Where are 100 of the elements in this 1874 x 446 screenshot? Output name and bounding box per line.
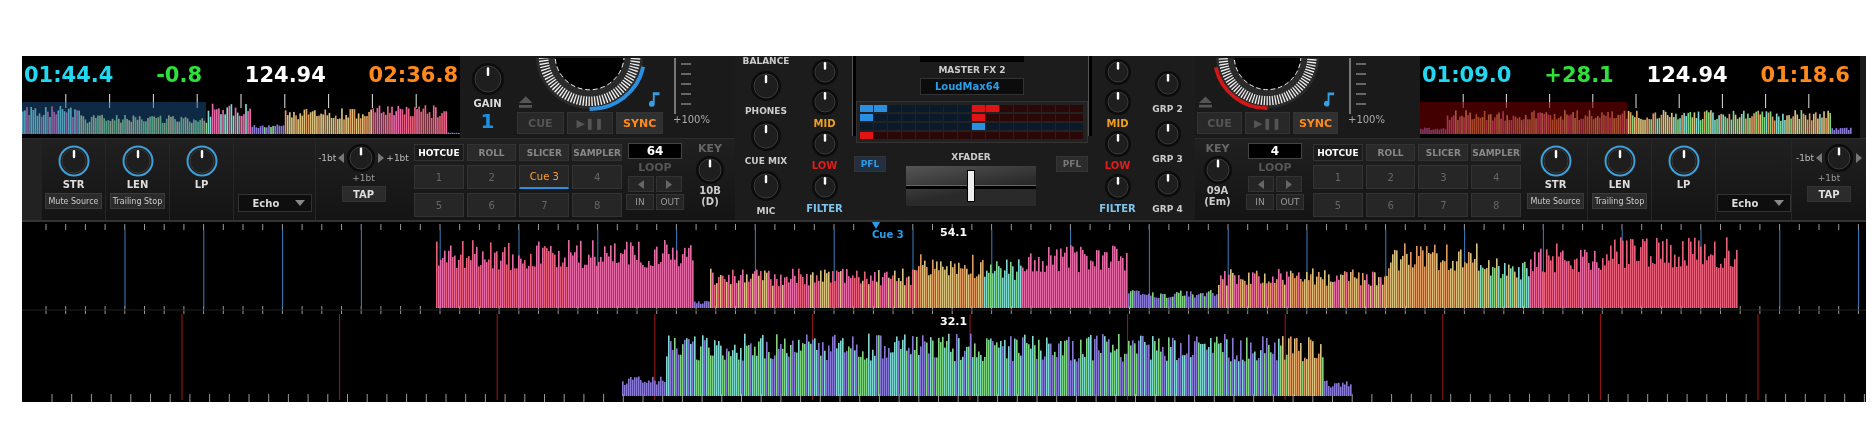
beat-plus-label: +1bt <box>386 153 409 163</box>
effect-dropdown[interactable]: Echo <box>237 194 312 212</box>
pad-button[interactable]: 5 <box>1313 193 1363 217</box>
pfl-button[interactable]: PFL <box>1056 156 1088 172</box>
effect-name: LoudMax64 <box>935 81 1000 92</box>
knob[interactable] <box>1667 145 1700 177</box>
pitch-range: +100% <box>1348 114 1385 125</box>
music-note-icon[interactable] <box>1323 90 1336 108</box>
pad-mode-tab[interactable]: HOTCUE <box>414 144 464 161</box>
tap-button[interactable]: TAP <box>341 186 386 202</box>
knob[interactable] <box>1153 70 1182 98</box>
fx-option-button[interactable]: Mute Source <box>1527 193 1584 209</box>
pad-button[interactable]: 6 <box>1365 193 1416 217</box>
overview-waveform[interactable] <box>22 94 460 134</box>
fx-option-button[interactable]: Mute Source <box>45 193 102 209</box>
fx-option-button[interactable]: Trailing Stop <box>109 193 166 209</box>
pad-button[interactable]: 7 <box>519 193 570 217</box>
knob[interactable] <box>121 145 154 177</box>
channel-fader-track[interactable] <box>1088 56 1092 136</box>
knob-label: LEN <box>126 179 149 190</box>
pad-button[interactable]: 3 <box>1418 165 1469 189</box>
pad-mode-tab[interactable]: SLICER <box>519 144 570 161</box>
pad-button[interactable]: 4 <box>572 165 622 189</box>
sync-button[interactable]: SYNC <box>616 112 663 134</box>
key-label: KEY <box>1205 142 1230 155</box>
pad-button[interactable]: 2 <box>1365 165 1416 189</box>
master-fx-label: MASTER FX 2 <box>938 65 1006 75</box>
knob[interactable] <box>1103 173 1132 202</box>
pad-button[interactable]: 1 <box>414 165 464 189</box>
pad-button[interactable]: Cue 3 <box>519 165 570 189</box>
pad-button[interactable]: 8 <box>1471 193 1521 217</box>
knob[interactable] <box>1153 170 1182 198</box>
left-arrow-icon[interactable] <box>338 153 345 163</box>
channel-fader-track[interactable] <box>852 56 856 136</box>
key-value: 09A <box>1206 185 1229 196</box>
knob[interactable] <box>1103 58 1132 86</box>
key-value: 10B <box>699 185 721 196</box>
knob[interactable] <box>810 173 839 202</box>
tap-button[interactable]: TAP <box>1807 186 1851 202</box>
knob[interactable] <box>810 87 839 116</box>
sync-button[interactable]: SYNC <box>1293 112 1338 134</box>
left-arrow-icon[interactable] <box>1816 153 1823 163</box>
pad-button[interactable]: 4 <box>1471 165 1521 189</box>
group-label: GRP 2 <box>1152 104 1183 114</box>
effect-dropdown[interactable]: Echo <box>1716 194 1791 212</box>
eject-icon[interactable] <box>1199 96 1212 108</box>
eq-label: FILTER <box>806 202 843 214</box>
beat-minus-label: -1bt <box>318 153 337 163</box>
pad-button[interactable]: 7 <box>1418 193 1469 217</box>
knob[interactable] <box>1153 120 1182 148</box>
pad-mode-tab[interactable]: SLICER <box>1418 144 1469 161</box>
pad-mode-tab[interactable]: SAMPLER <box>572 144 622 161</box>
pfl-button[interactable]: PFL <box>854 156 886 172</box>
pad-button[interactable]: 8 <box>572 193 622 217</box>
loop-in-button[interactable]: IN <box>1246 194 1274 210</box>
loop-out-button[interactable]: OUT <box>656 194 684 210</box>
pad-mode-tab[interactable]: ROLL <box>1365 144 1416 161</box>
right-arrow-icon[interactable] <box>1856 153 1863 163</box>
pad-mode-tab[interactable]: SAMPLER <box>1471 144 1521 161</box>
bpm-value: 124.94 <box>244 63 326 87</box>
gain-label: GAIN <box>473 98 502 109</box>
remaining-time: 01:18.6 <box>1760 63 1850 87</box>
pad-button[interactable]: 1 <box>1313 165 1363 189</box>
beat-value: +1bt <box>352 173 375 183</box>
loop-out-button[interactable]: OUT <box>1276 194 1304 210</box>
knob[interactable] <box>57 145 90 177</box>
pitch-value: +28.1 <box>1544 63 1614 87</box>
right-arrow-icon[interactable] <box>378 153 385 163</box>
cue-marker[interactable]: Cue 3 <box>870 222 906 240</box>
eq-label: LOW <box>811 160 838 172</box>
pad-button[interactable]: 2 <box>466 165 517 189</box>
group-label: GRP 3 <box>1152 154 1183 164</box>
pad-button[interactable]: 6 <box>466 193 517 217</box>
pad-mode-tab[interactable]: ROLL <box>466 144 517 161</box>
master-fx-dropdown[interactable]: LoudMax64 <box>920 78 1024 95</box>
knob[interactable] <box>1539 145 1572 177</box>
key-note: (Em) <box>1204 196 1231 207</box>
eq-label: MID <box>1106 117 1129 129</box>
pad-mode-tab[interactable]: HOTCUE <box>1313 144 1363 161</box>
knob[interactable] <box>185 145 218 177</box>
fx-option-button[interactable]: Trailing Stop <box>1591 193 1648 209</box>
loop-halve-button[interactable] <box>628 176 654 192</box>
eject-icon[interactable] <box>519 96 533 108</box>
loop-double-button[interactable] <box>1276 176 1302 192</box>
knob[interactable] <box>810 130 839 159</box>
knob[interactable] <box>1103 87 1132 116</box>
music-note-icon[interactable] <box>647 90 661 108</box>
knob[interactable] <box>1103 130 1132 159</box>
loop-halve-button[interactable] <box>1248 176 1274 192</box>
loop-double-button[interactable] <box>656 176 682 192</box>
loop-in-button[interactable]: IN <box>626 194 654 210</box>
knob[interactable] <box>810 58 839 86</box>
crossfader-thumb[interactable] <box>967 170 975 202</box>
bpm-value: 124.94 <box>1646 63 1728 87</box>
triangle-icon <box>872 222 880 229</box>
knob-label: MIC <box>756 206 776 216</box>
crossfader[interactable] <box>906 166 1036 206</box>
pad-button[interactable]: 5 <box>414 193 464 217</box>
right-arrow-icon <box>1286 179 1292 189</box>
knob[interactable] <box>1603 145 1636 177</box>
